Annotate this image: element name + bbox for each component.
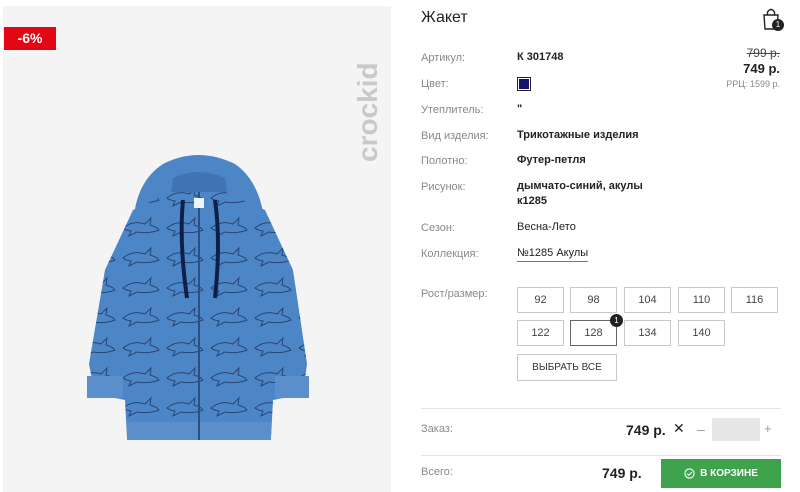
- product-photo[interactable]: crockid: [3, 6, 391, 492]
- size-count-badge: 1: [610, 314, 623, 327]
- quantity-decrement-button[interactable]: –: [697, 421, 705, 437]
- size-option-122[interactable]: 122: [517, 320, 564, 346]
- article-label: Артикул:: [421, 52, 466, 64]
- quantity-input[interactable]: [712, 418, 760, 441]
- quantity-increment-button[interactable]: +: [764, 421, 772, 436]
- brand-logo-text: crockid: [352, 62, 383, 162]
- select-all-sizes-button[interactable]: ВЫБРАТЬ ВСЕ: [517, 354, 617, 381]
- cart-count-badge: 1: [772, 19, 784, 31]
- insulation-label: Утеплитель:: [421, 104, 484, 116]
- recommended-retail-price: РРЦ: 1599 р.: [726, 79, 780, 89]
- size-option-128[interactable]: 128: [570, 320, 617, 346]
- collection-link[interactable]: №1285 Акулы: [517, 247, 589, 262]
- brand-logo: crockid: [352, 62, 383, 162]
- discount-badge: -6%: [4, 27, 56, 50]
- color-swatch[interactable]: [517, 77, 531, 91]
- pattern-label: Рисунок:: [421, 181, 466, 193]
- divider: [421, 455, 781, 456]
- size-option-110[interactable]: 110: [678, 287, 725, 313]
- divider: [421, 408, 781, 409]
- season-value: Весна-Лето: [517, 221, 576, 233]
- total-label: Всего:: [421, 466, 453, 478]
- order-price: 749 р.: [626, 422, 666, 438]
- size-option-134[interactable]: 134: [624, 320, 671, 346]
- season-label: Сезон:: [421, 222, 455, 234]
- size-label: Рост/размер:: [421, 288, 488, 300]
- jacket-image: [87, 155, 309, 440]
- size-option-140[interactable]: 140: [678, 320, 725, 346]
- article-value: К 301748: [517, 51, 564, 63]
- insulation-value: ": [517, 103, 523, 115]
- product-type-label: Вид изделия:: [421, 130, 489, 142]
- pattern-value-line1: дымчато-синий, акулы: [517, 180, 643, 192]
- check-circle-icon: [684, 468, 695, 479]
- total-price: 749 р.: [602, 465, 642, 481]
- product-type-value: Трикотажные изделия: [517, 129, 639, 141]
- size-option-104[interactable]: 104: [624, 287, 671, 313]
- order-label: Заказ:: [421, 423, 453, 435]
- size-option-98[interactable]: 98: [570, 287, 617, 313]
- old-price: 799 р.: [746, 46, 780, 60]
- product-title: Жакет: [421, 9, 468, 26]
- current-price: 749 р.: [743, 61, 780, 76]
- in-cart-button-label: В КОРЗИНЕ: [700, 468, 758, 479]
- size-option-92[interactable]: 92: [517, 287, 564, 313]
- fabric-label: Полотно:: [421, 155, 468, 167]
- color-swatch-fill: [519, 79, 529, 89]
- fabric-value: Футер-петля: [517, 154, 586, 166]
- collection-label: Коллекция:: [421, 248, 479, 260]
- size-option-116[interactable]: 116: [731, 287, 778, 313]
- pattern-value-line2: к1285: [517, 195, 547, 207]
- remove-order-icon[interactable]: ✕: [673, 420, 685, 437]
- in-cart-button[interactable]: В КОРЗИНЕ: [661, 459, 781, 488]
- color-label: Цвет:: [421, 78, 449, 90]
